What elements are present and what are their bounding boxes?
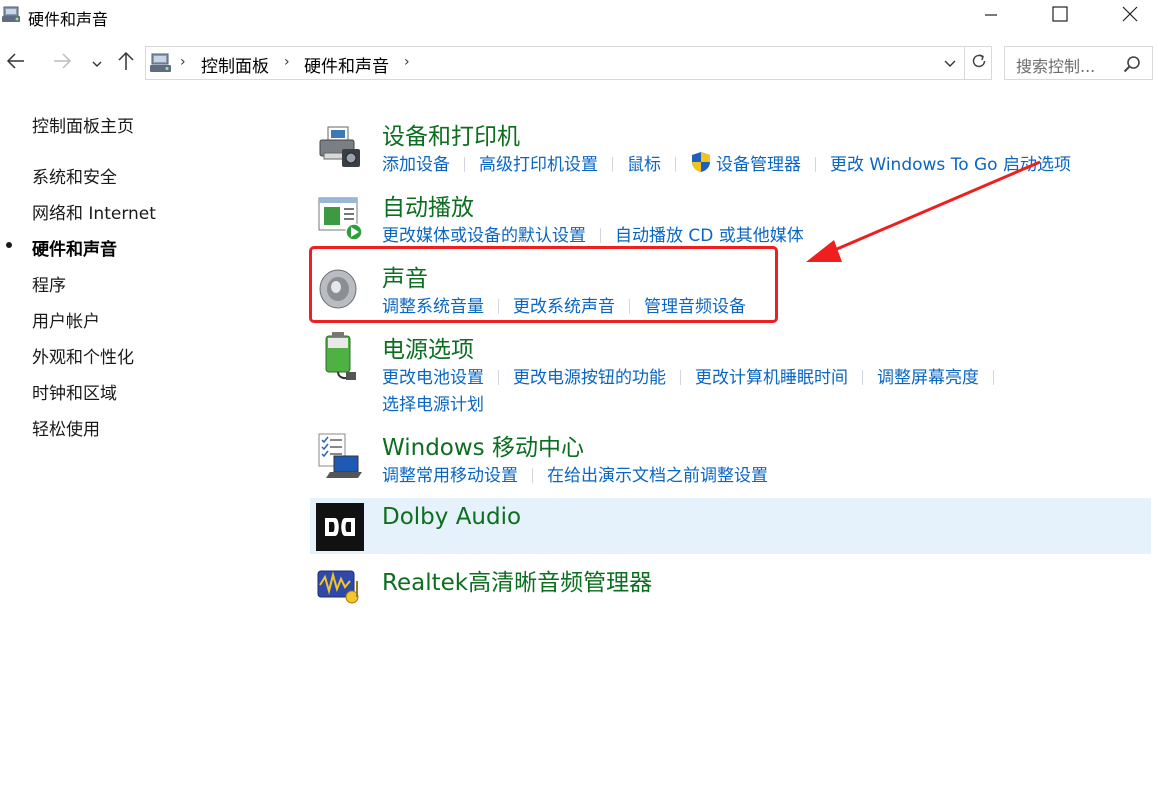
realtek-audio-icon[interactable]	[316, 567, 364, 615]
sidebar-item-hardware-sound[interactable]: 硬件和声音	[32, 235, 117, 260]
link-autoplay-cd[interactable]: 自动播放 CD 或其他媒体	[615, 226, 804, 246]
link-power-button[interactable]: 更改电源按钮的功能	[513, 368, 666, 388]
link-power-plan[interactable]: 选择电源计划	[382, 395, 484, 415]
title-bar: 硬件和声音	[0, 0, 1164, 34]
breadcrumb-control-panel[interactable]: 控制面板	[201, 52, 269, 77]
control-panel-icon	[2, 4, 22, 24]
recent-locations-button[interactable]	[84, 50, 110, 76]
category-title[interactable]: Realtek高清晰音频管理器	[382, 563, 652, 597]
breadcrumb-chevron-icon[interactable]: ›	[404, 54, 410, 70]
sidebar-item-network[interactable]: 网络和 Internet	[32, 199, 156, 224]
arrow-right-icon	[52, 53, 72, 73]
arrow-up-icon	[118, 51, 134, 75]
dolby-icon[interactable]	[316, 503, 364, 551]
mobility-center-icon[interactable]	[316, 432, 364, 480]
address-bar[interactable]: › 控制面板 › 硬件和声音 ›	[145, 46, 992, 80]
sidebar-item-home[interactable]: 控制面板主页	[32, 112, 134, 137]
current-page-bullet	[6, 242, 12, 248]
category-links: 更改电池设置 更改电源按钮的功能 更改计算机睡眠时间 调整屏幕亮度	[382, 363, 1008, 388]
navigation-bar: › 控制面板 › 硬件和声音 › 搜索控制...	[0, 44, 1164, 82]
annotation-arrow	[806, 160, 1041, 262]
link-separator	[498, 370, 499, 385]
chevron-down-icon	[91, 54, 103, 73]
breadcrumb-chevron-icon[interactable]: ›	[284, 54, 290, 70]
printer-icon[interactable]	[316, 123, 364, 171]
link-separator	[680, 370, 681, 385]
link-default-media-settings[interactable]: 更改媒体或设备的默认设置	[382, 226, 586, 246]
sidebar-item-clock-region[interactable]: 时钟和区域	[32, 379, 117, 404]
annotation-highlight-box	[309, 246, 778, 323]
search-icon[interactable]	[1123, 55, 1141, 73]
link-add-device[interactable]: 添加设备	[382, 155, 450, 175]
link-separator	[532, 468, 533, 483]
forward-button[interactable]	[49, 50, 75, 76]
uac-shield-icon	[690, 151, 712, 178]
category-links: 更改媒体或设备的默认设置 自动播放 CD 或其他媒体	[382, 221, 804, 246]
sidebar-item-system-security[interactable]: 系统和安全	[32, 163, 117, 188]
refresh-icon	[970, 52, 988, 74]
close-icon	[1122, 6, 1138, 26]
category-title[interactable]: Dolby Audio	[382, 504, 521, 530]
category-title[interactable]: 自动播放	[382, 188, 474, 222]
sidebar-item-programs[interactable]: 程序	[32, 271, 66, 296]
category-title[interactable]: 设备和打印机	[382, 117, 520, 151]
address-dropdown-button[interactable]	[936, 47, 964, 79]
breadcrumb-chevron-icon[interactable]: ›	[180, 54, 186, 70]
back-button[interactable]	[3, 50, 29, 76]
link-mouse[interactable]: 鼠标	[627, 155, 661, 175]
link-battery-settings[interactable]: 更改电池设置	[382, 368, 484, 388]
window-title: 硬件和声音	[28, 10, 109, 29]
refresh-button[interactable]	[964, 47, 992, 79]
link-mobility-settings[interactable]: 调整常用移动设置	[382, 466, 518, 486]
link-screen-brightness[interactable]: 调整屏幕亮度	[877, 368, 979, 388]
link-device-manager[interactable]: 设备管理器	[716, 155, 801, 175]
search-placeholder: 搜索控制...	[1016, 57, 1096, 76]
link-windows-to-go[interactable]: 更改 Windows To Go 启动选项	[830, 155, 1071, 175]
chevron-down-icon	[943, 54, 957, 73]
control-panel-icon	[149, 52, 173, 74]
category-links: 调整常用移动设置 在给出演示文档之前调整设置	[382, 461, 768, 486]
category-title[interactable]: Windows 移动中心	[382, 428, 584, 462]
link-separator	[675, 157, 676, 172]
link-presentation-settings[interactable]: 在给出演示文档之前调整设置	[547, 466, 768, 486]
battery-power-icon[interactable]	[316, 332, 364, 380]
close-button[interactable]	[1107, 0, 1153, 32]
minimize-button[interactable]	[968, 0, 1014, 32]
autoplay-icon[interactable]	[316, 194, 364, 242]
link-separator	[464, 157, 465, 172]
link-separator	[600, 228, 601, 243]
minimize-icon	[984, 7, 998, 26]
sidebar-item-ease-of-access[interactable]: 轻松使用	[32, 415, 100, 440]
link-printer-settings[interactable]: 高级打印机设置	[479, 155, 598, 175]
link-separator	[612, 157, 613, 172]
sidebar-item-appearance[interactable]: 外观和个性化	[32, 343, 134, 368]
sidebar-item-user-accounts[interactable]: 用户帐户	[32, 307, 100, 332]
link-separator	[815, 157, 816, 172]
maximize-icon	[1052, 6, 1068, 26]
category-title[interactable]: 电源选项	[382, 330, 474, 364]
category-links: 添加设备 高级打印机设置 鼠标 设备管理器 更改 Windows To Go 启动选项	[382, 150, 1071, 178]
up-button[interactable]	[113, 50, 139, 76]
maximize-button[interactable]	[1037, 0, 1083, 32]
link-sleep-time[interactable]: 更改计算机睡眠时间	[695, 368, 848, 388]
search-input[interactable]: 搜索控制...	[1004, 46, 1153, 80]
link-separator	[862, 370, 863, 385]
breadcrumb-hardware-sound[interactable]: 硬件和声音	[304, 52, 389, 77]
arrow-left-icon	[6, 53, 26, 73]
link-separator	[993, 370, 994, 385]
category-links-row2: 选择电源计划	[382, 390, 484, 415]
